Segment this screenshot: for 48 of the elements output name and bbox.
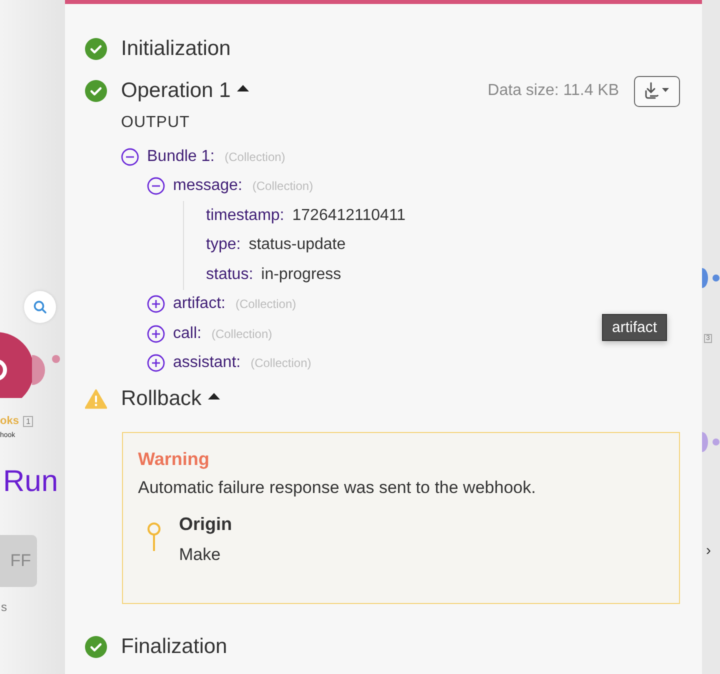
canvas-label: s — [1, 600, 7, 614]
module-label: oks — [0, 415, 19, 427]
step-title[interactable]: Rollback — [121, 387, 202, 411]
field-value: in-progress — [261, 266, 342, 284]
field-type: (Collection) — [252, 179, 314, 194]
step-title[interactable]: Operation 1 — [121, 79, 231, 103]
field-value: status-update — [248, 236, 346, 254]
run-label: Run — [3, 465, 58, 499]
origin-label: Origin — [179, 514, 232, 535]
check-icon — [85, 38, 107, 60]
search-icon[interactable] — [24, 291, 56, 323]
step-title: Initialization — [121, 37, 231, 61]
field-value: 1726412110411 — [292, 206, 406, 225]
caret-icon[interactable] — [236, 84, 250, 92]
module-node-drawing[interactable] — [702, 430, 720, 454]
field-key[interactable]: call: — [173, 324, 202, 343]
output-heading: OUTPUT — [121, 114, 191, 132]
field-type: (Collection) — [211, 326, 272, 341]
caret-icon[interactable] — [206, 392, 221, 400]
expand-icon[interactable] — [147, 324, 165, 343]
download-button[interactable] — [634, 76, 680, 106]
collapse-icon[interactable] — [147, 177, 165, 196]
origin-value: Make — [179, 545, 222, 565]
field-type: (Collection) — [224, 150, 286, 164]
step-title: Finalization — [121, 635, 228, 659]
module-node-drawing[interactable] — [702, 266, 720, 290]
field-key: timestamp: — [206, 206, 284, 225]
module-count: 1 — [22, 416, 34, 426]
data-size-label: Data size: 11.4 KB — [488, 82, 619, 100]
field-type: (Collection) — [235, 297, 296, 312]
check-icon — [85, 636, 107, 658]
tooltip: artifact — [602, 314, 668, 341]
expand-icon[interactable] — [147, 354, 165, 372]
field-key[interactable]: Bundle 1: — [147, 148, 215, 166]
field-key[interactable]: message: — [173, 177, 242, 196]
field-key: type: — [206, 236, 241, 254]
check-icon — [85, 80, 107, 102]
warning-message: Automatic failure response was sent to the webhook. — [138, 478, 537, 498]
pin-icon — [147, 522, 161, 552]
warning-icon — [85, 389, 107, 409]
collapse-icon[interactable] — [121, 148, 139, 166]
field-key: status: — [206, 266, 254, 284]
expand-icon[interactable] — [147, 295, 165, 314]
field-type: (Collection) — [250, 356, 312, 370]
field-key[interactable]: artifact: — [173, 295, 226, 314]
field-key[interactable]: assistant: — [173, 354, 241, 372]
warning-title: Warning — [138, 449, 210, 470]
next-arrow[interactable]: › — [706, 542, 711, 559]
